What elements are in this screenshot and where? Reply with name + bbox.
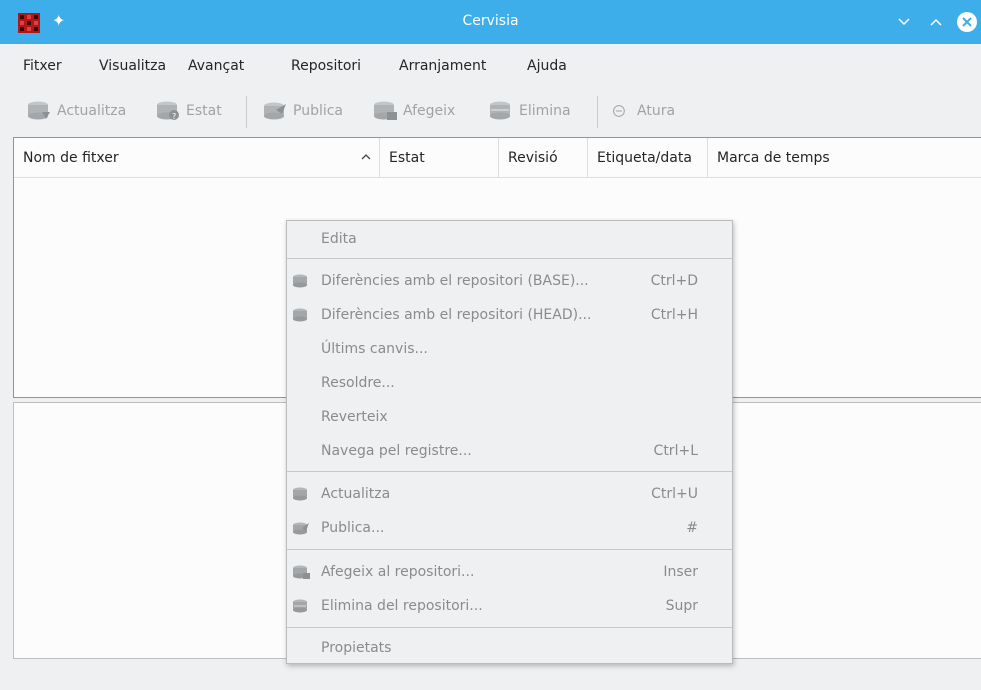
chevron-down-icon — [898, 18, 910, 26]
commit-icon — [264, 102, 286, 120]
status-label: Estat — [186, 103, 222, 119]
column-label: Revisió — [508, 150, 558, 166]
menu-fitxer[interactable]: Fitxer — [23, 58, 62, 74]
column-header-status[interactable]: Estat — [380, 138, 499, 178]
menu-item-label: Diferències amb el repositori (HEAD)... — [321, 307, 592, 323]
svg-text:?: ? — [172, 112, 176, 121]
diff-icon — [293, 274, 307, 288]
commit-button[interactable]: Publica — [262, 98, 343, 124]
menu-item-label: Navega pel registre... — [321, 443, 472, 459]
add-button[interactable]: Afegeix — [372, 98, 455, 124]
menu-item-label: Edita — [321, 231, 357, 247]
menu-item-resolve[interactable]: Resoldre... — [287, 366, 732, 400]
menu-item-label: Publica... — [321, 520, 385, 536]
menu-item-diff-head[interactable]: Diferències amb el repositori (HEAD)... … — [287, 298, 732, 332]
stop-label: Atura — [637, 103, 676, 119]
remove-icon — [490, 101, 510, 120]
menu-item-browse-log[interactable]: Navega pel registre... Ctrl+L — [287, 434, 732, 468]
sort-ascending-icon — [361, 138, 371, 178]
menu-item-diff-base[interactable]: Diferències amb el repositori (BASE)... … — [287, 264, 732, 298]
chevron-up-icon — [930, 18, 942, 26]
menu-item-shortcut: # — [686, 520, 698, 536]
menu-separator — [287, 471, 732, 472]
menu-item-label: Propietats — [321, 640, 392, 656]
menu-item-label: Elimina del repositori... — [321, 598, 483, 614]
stop-icon — [613, 105, 625, 117]
remove-label: Elimina — [519, 103, 571, 119]
update-icon — [28, 101, 50, 120]
column-label: Estat — [389, 150, 425, 166]
menu-item-add-to-repository[interactable]: Afegeix al repositori... Inser — [287, 555, 732, 589]
menu-item-revert[interactable]: Reverteix — [287, 400, 732, 434]
status-icon: ? — [157, 101, 179, 121]
column-label: Nom de fitxer — [23, 150, 119, 166]
menu-visualitza[interactable]: Visualitza — [99, 58, 166, 74]
add-icon — [293, 565, 310, 579]
column-header-timestamp[interactable]: Marca de temps — [708, 138, 981, 178]
diff-icon — [293, 308, 307, 322]
menu-item-update[interactable]: Actualitza Ctrl+U — [287, 477, 732, 511]
menu-avancat[interactable]: Avançat — [188, 58, 244, 74]
menu-item-last-changes[interactable]: Últims canvis... — [287, 332, 732, 366]
menu-item-edit[interactable]: Edita — [287, 222, 732, 256]
update-label: Actualitza — [57, 103, 127, 119]
menu-item-label: Afegeix al repositori... — [321, 564, 475, 580]
menu-item-commit[interactable]: Publica... # — [287, 511, 732, 545]
menu-ajuda[interactable]: Ajuda — [527, 58, 567, 74]
update-button[interactable]: Actualitza — [26, 98, 126, 124]
toolbar: Actualitza ? Estat Publica Afegeix Elimi… — [0, 92, 981, 130]
close-icon — [962, 17, 972, 27]
menu-item-label: Resoldre... — [321, 375, 395, 391]
minimize-button[interactable] — [894, 12, 914, 32]
column-header-tag-date[interactable]: Etiqueta/data — [588, 138, 708, 178]
menu-item-label: Últims canvis... — [321, 341, 428, 357]
maximize-button[interactable] — [926, 12, 946, 32]
remove-button[interactable]: Elimina — [488, 98, 571, 124]
window-title: Cervisia — [462, 13, 519, 29]
commit-icon — [293, 522, 309, 535]
menu-repositori[interactable]: Repositori — [291, 58, 361, 74]
column-header-revision[interactable]: Revisió — [499, 138, 588, 178]
add-icon — [374, 101, 397, 120]
menu-item-shortcut: Ctrl+D — [650, 273, 698, 289]
toolbar-separator — [597, 96, 598, 128]
menu-item-properties[interactable]: Propietats — [287, 631, 732, 665]
menu-item-label: Actualitza — [321, 486, 391, 502]
title-bar[interactable]: ✦ Cervisia — [0, 0, 981, 44]
column-label: Etiqueta/data — [597, 150, 692, 166]
menu-arranjament[interactable]: Arranjament — [399, 58, 486, 74]
menu-item-label: Diferències amb el repositori (BASE)... — [321, 273, 589, 289]
column-label: Marca de temps — [717, 150, 830, 166]
menu-item-shortcut: Inser — [663, 564, 698, 580]
menu-item-shortcut: Supr — [665, 598, 698, 614]
file-list-header: Nom de fitxer Estat Revisió Etiqueta/dat… — [14, 138, 981, 178]
menu-item-label: Reverteix — [321, 409, 388, 425]
stop-button[interactable]: Atura — [612, 98, 675, 124]
menu-item-shortcut: Ctrl+L — [653, 443, 698, 459]
menu-item-shortcut: Ctrl+H — [650, 307, 698, 323]
menu-bar: Fitxer Visualitza Avançat Repositori Arr… — [0, 54, 981, 82]
add-label: Afegeix — [403, 103, 456, 119]
menu-separator — [287, 258, 732, 259]
commit-label: Publica — [293, 103, 344, 119]
menu-separator — [287, 627, 732, 628]
column-header-filename[interactable]: Nom de fitxer — [14, 138, 380, 178]
status-button[interactable]: ? Estat — [155, 98, 222, 124]
menu-item-shortcut: Ctrl+U — [651, 486, 698, 502]
close-button[interactable] — [957, 12, 977, 32]
toolbar-separator — [246, 96, 247, 128]
remove-icon — [293, 599, 307, 613]
menu-item-remove-from-repository[interactable]: Elimina del repositori... Supr — [287, 589, 732, 623]
menu-separator — [287, 549, 732, 550]
update-icon — [293, 487, 307, 501]
context-menu: Edita Diferències amb el repositori (BAS… — [286, 220, 733, 664]
